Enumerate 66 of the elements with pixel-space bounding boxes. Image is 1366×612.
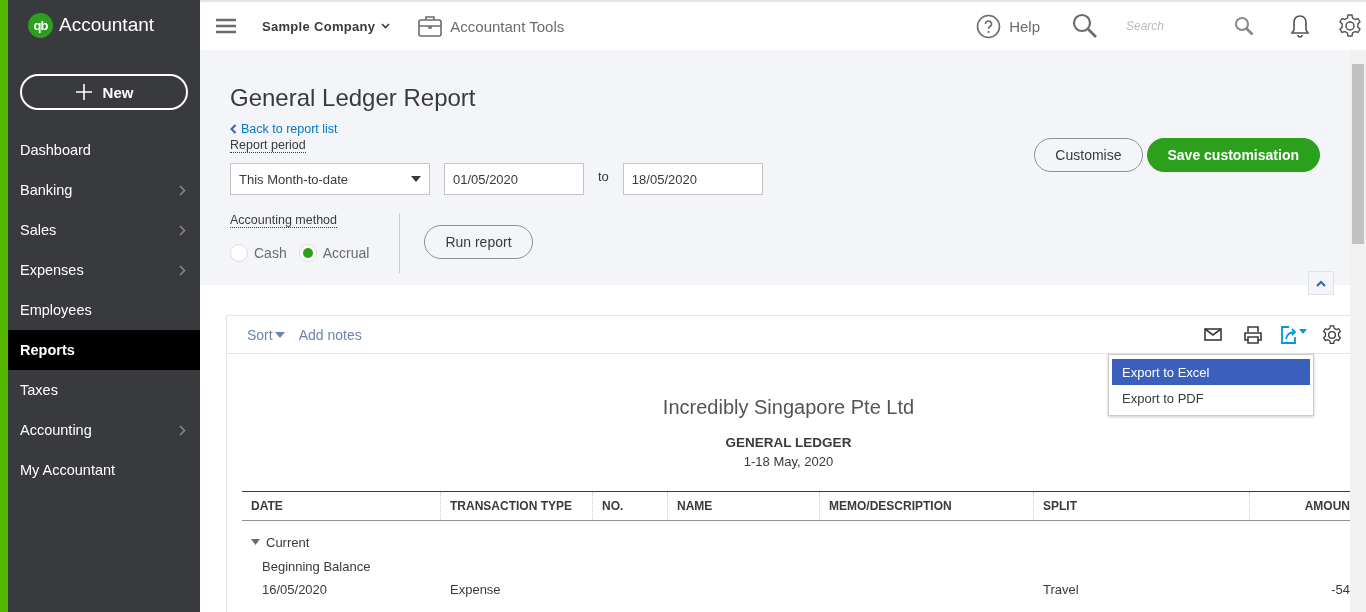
column-header: MEMO/DESCRIPTION [820, 492, 1034, 520]
help-link[interactable]: Help [1009, 17, 1040, 35]
date-field[interactable]: 18/05/2020 [622, 163, 763, 195]
table-cell-text: Travel [1042, 582, 1080, 597]
help-icon[interactable] [976, 13, 1002, 39]
search-icon[interactable] [1072, 13, 1098, 39]
caret-icon [411, 176, 421, 182]
search-icon[interactable] [1234, 16, 1254, 36]
back-link[interactable]: Back to report list [230, 122, 763, 136]
column-header: NO. [593, 492, 668, 520]
collapse-button[interactable] [1308, 271, 1334, 295]
caret-icon [381, 23, 391, 29]
column-header: NAME [668, 492, 820, 520]
bell-icon[interactable] [1290, 14, 1310, 38]
sidebar-item[interactable]: My Accountant [8, 450, 200, 490]
column-header: TRANSACTION TYPE [441, 492, 593, 520]
chevron-left-icon [230, 124, 237, 134]
report-title: GENERAL LEDGER [725, 435, 852, 450]
page-title: General Ledger Report [230, 84, 477, 112]
table-cell-text: Expense [449, 582, 502, 597]
report-period: 1-18 May, 2020 [743, 454, 834, 469]
menu-item[interactable]: Export to Excel [1112, 359, 1310, 385]
company-name: Incredibly Singapore Pte Ltd [662, 396, 915, 419]
field-label: Accounting method [230, 213, 337, 228]
company-selector[interactable]: Sample Company [262, 18, 391, 34]
row-label: Beginning Balance [261, 559, 372, 574]
table-cell-text: 16/05/2020 [261, 582, 329, 597]
sidebar-item[interactable]: Taxes [8, 370, 200, 410]
sort-link[interactable]: Sort [247, 326, 285, 343]
sidebar-item[interactable]: Employees [8, 290, 200, 330]
export-icon[interactable] [1280, 325, 1308, 344]
email-icon[interactable] [1204, 328, 1222, 341]
print-icon[interactable] [1244, 325, 1262, 344]
field-label: Report period [230, 138, 306, 153]
table-cell-text: -54 [1330, 582, 1350, 597]
to-label: to [598, 168, 609, 184]
sidebar-item[interactable]: Reports [8, 330, 200, 370]
sidebar-item[interactable]: Expenses [8, 250, 200, 290]
date-field[interactable]: 01/05/2020 [444, 163, 584, 195]
radio-label: Cash [254, 245, 287, 261]
sidebar-item[interactable]: Sales [8, 210, 200, 250]
sidebar-item[interactable]: Dashboard [8, 130, 200, 170]
column-header: DATE [242, 492, 441, 520]
menu-icon[interactable] [216, 18, 236, 34]
logo: qb [28, 12, 53, 38]
settings-icon[interactable] [1338, 14, 1362, 38]
period-dropdown[interactable]: This Month-to-date [230, 163, 430, 195]
column-header: SPLIT [1034, 492, 1250, 520]
briefcase-icon[interactable] [418, 15, 443, 37]
settings-icon[interactable] [1322, 324, 1342, 345]
plus-icon [74, 83, 93, 101]
radio-button[interactable] [230, 244, 248, 262]
search-field[interactable]: Search [1124, 18, 1224, 34]
sidebar-item[interactable]: Banking [8, 170, 200, 210]
scrollbar[interactable] [1350, 50, 1366, 612]
chevron-up-icon [1316, 279, 1326, 287]
add-notes-link[interactable]: Add notes [298, 326, 362, 343]
group-row[interactable]: Current [242, 529, 1350, 555]
caret-icon [274, 331, 285, 338]
accountant-tools-link[interactable]: Accountant Tools [450, 17, 565, 35]
new-button[interactable]: New [20, 74, 188, 110]
column-header: AMOUN [1303, 498, 1350, 515]
radio-button[interactable] [298, 244, 317, 262]
brand-name: Accountant [59, 14, 155, 36]
radio-label: Accrual [322, 245, 370, 261]
sidebar-item[interactable]: Accounting [8, 410, 200, 450]
